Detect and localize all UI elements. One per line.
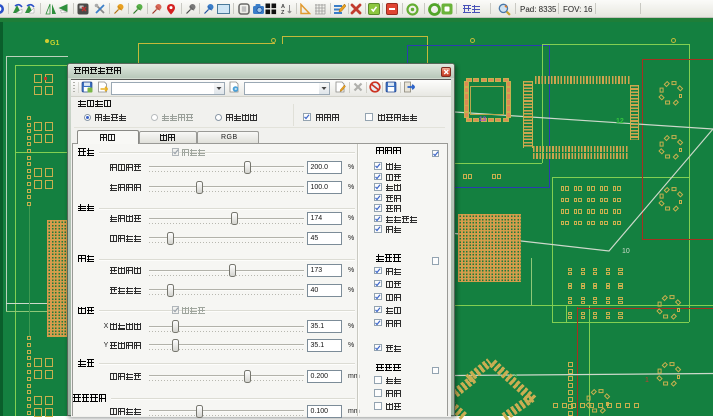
svg-text:Z: Z: [281, 10, 285, 15]
